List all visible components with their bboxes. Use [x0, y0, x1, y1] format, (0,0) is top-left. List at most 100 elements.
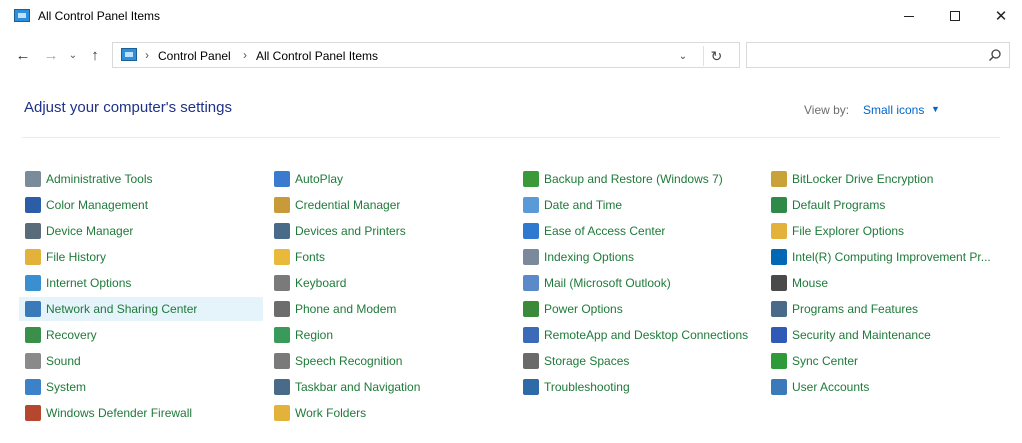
control-panel-item[interactable]: User Accounts	[765, 375, 1009, 399]
firewall-icon	[25, 405, 41, 421]
control-panel-item-label: Default Programs	[792, 198, 886, 212]
search-input[interactable]	[746, 42, 1010, 68]
control-panel-item[interactable]: Date and Time	[517, 193, 761, 217]
control-panel-item[interactable]: Recovery	[19, 323, 263, 347]
control-panel-item-label: Windows Defender Firewall	[46, 406, 193, 420]
back-button[interactable]: ←	[12, 44, 34, 66]
admin-tools-icon	[25, 171, 41, 187]
control-panel-item[interactable]: Default Programs	[765, 193, 1009, 217]
breadcrumb-separator[interactable]: ›	[243, 48, 247, 62]
control-panel-item[interactable]: Intel(R) Computing Improvement Pr...	[765, 245, 1009, 269]
control-panel-item-label: Fonts	[295, 250, 326, 264]
control-panel-item[interactable]: Ease of Access Center	[517, 219, 761, 243]
window-title: All Control Panel Items	[38, 9, 161, 23]
control-panel-item-label: Recovery	[46, 328, 97, 342]
control-panel-item-label: Troubleshooting	[544, 380, 630, 394]
control-panel-item-label: RemoteApp and Desktop Connections	[544, 328, 749, 342]
control-panel-item[interactable]: Security and Maintenance	[765, 323, 1009, 347]
recent-locations-button[interactable]: ⌄	[62, 44, 84, 66]
minimize-button[interactable]	[886, 0, 932, 32]
control-panel-item[interactable]: Mail (Microsoft Outlook)	[517, 271, 761, 295]
control-panel-item-label: Devices and Printers	[295, 224, 406, 238]
programs-features-icon	[771, 301, 787, 317]
control-panel-item[interactable]: Speech Recognition	[268, 349, 512, 373]
control-panel-item[interactable]: RemoteApp and Desktop Connections	[517, 323, 761, 347]
mouse-icon	[771, 275, 787, 291]
control-panel-item-label: Taskbar and Navigation	[295, 380, 421, 394]
recovery-icon	[25, 327, 41, 343]
control-panel-item[interactable]: Storage Spaces	[517, 349, 761, 373]
control-panel-item[interactable]: File History	[19, 245, 263, 269]
control-panel-item[interactable]: Programs and Features	[765, 297, 1009, 321]
control-panel-item[interactable]: Backup and Restore (Windows 7)	[517, 167, 761, 191]
dropdown-arrow-icon[interactable]: ▼	[931, 104, 940, 114]
control-panel-item[interactable]: Work Folders	[268, 401, 512, 425]
control-panel-item[interactable]: Keyboard	[268, 271, 512, 295]
breadcrumb-separator[interactable]: ›	[145, 48, 149, 62]
control-panel-item[interactable]: BitLocker Drive Encryption	[765, 167, 1009, 191]
control-panel-item-label: Date and Time	[544, 198, 623, 212]
control-panel-item-label: Storage Spaces	[544, 354, 630, 368]
close-button[interactable]: ✕	[978, 0, 1022, 32]
control-panel-item-label: Credential Manager	[295, 198, 401, 212]
control-panel-item-label: System	[46, 380, 87, 394]
chevron-down-icon: ⌄	[68, 49, 78, 61]
control-panel-item[interactable]: Mouse	[765, 271, 1009, 295]
address-bar[interactable]: › Control Panel › All Control Panel Item…	[112, 42, 740, 68]
control-panel-item-label: Backup and Restore (Windows 7)	[544, 172, 723, 186]
breadcrumb-all-items[interactable]: All Control Panel Items	[256, 49, 378, 63]
control-panel-item-label: AutoPlay	[295, 172, 344, 186]
intel-icon	[771, 249, 787, 265]
fonts-icon	[274, 249, 290, 265]
divider	[22, 137, 1000, 138]
control-panel-item[interactable]: Phone and Modem	[268, 297, 512, 321]
breadcrumb-control-panel[interactable]: Control Panel	[158, 49, 231, 63]
control-panel-item[interactable]: Network and Sharing Center	[19, 297, 263, 321]
forward-button[interactable]: →	[40, 44, 62, 66]
control-panel-item[interactable]: AutoPlay	[268, 167, 512, 191]
maximize-button[interactable]	[932, 0, 978, 32]
control-panel-item-label: BitLocker Drive Encryption	[792, 172, 934, 186]
control-panel-item-label: File Explorer Options	[792, 224, 905, 238]
control-panel-item[interactable]: Sync Center	[765, 349, 1009, 373]
control-panel-item-label: Keyboard	[295, 276, 347, 290]
keyboard-icon	[274, 275, 290, 291]
control-panel-item[interactable]: Fonts	[268, 245, 512, 269]
address-dropdown-button[interactable]: ⌄	[673, 47, 693, 65]
file-history-icon	[25, 249, 41, 265]
control-panel-item-label: Ease of Access Center	[544, 224, 666, 238]
autoplay-icon	[274, 171, 290, 187]
control-panel-item-label: File History	[46, 250, 107, 264]
navigation-bar: ← → ⌄ ↑ › Control Panel › All Control Pa…	[0, 38, 1022, 72]
control-panel-item[interactable]: Power Options	[517, 297, 761, 321]
control-panel-item[interactable]: Color Management	[19, 193, 263, 217]
control-panel-item[interactable]: Administrative Tools	[19, 167, 263, 191]
storage-spaces-icon	[523, 353, 539, 369]
chevron-down-icon: ⌄	[678, 50, 688, 62]
refresh-button[interactable]: ↻	[703, 46, 729, 66]
control-panel-item[interactable]: Internet Options	[19, 271, 263, 295]
control-panel-item-label: Color Management	[46, 198, 149, 212]
control-panel-item[interactable]: Region	[268, 323, 512, 347]
back-arrow-icon: ←	[15, 46, 31, 64]
view-by-dropdown[interactable]: Small icons	[863, 103, 924, 117]
troubleshooting-icon	[523, 379, 539, 395]
control-panel-item[interactable]: Credential Manager	[268, 193, 512, 217]
control-panel-item[interactable]: Indexing Options	[517, 245, 761, 269]
control-panel-item[interactable]: Device Manager	[19, 219, 263, 243]
control-panel-item-label: Mail (Microsoft Outlook)	[544, 276, 671, 290]
control-panel-item[interactable]: Sound	[19, 349, 263, 373]
internet-options-icon	[25, 275, 41, 291]
maximize-icon	[950, 11, 960, 21]
control-panel-item-label: Speech Recognition	[295, 354, 403, 368]
control-panel-item[interactable]: System	[19, 375, 263, 399]
control-panel-item[interactable]: Taskbar and Navigation	[268, 375, 512, 399]
up-button[interactable]: ↑	[84, 44, 106, 66]
control-panel-item-label: Internet Options	[46, 276, 132, 290]
refresh-icon: ↻	[710, 47, 723, 64]
control-panel-item-label: Programs and Features	[792, 302, 919, 316]
control-panel-item[interactable]: Troubleshooting	[517, 375, 761, 399]
control-panel-item[interactable]: File Explorer Options	[765, 219, 1009, 243]
control-panel-item[interactable]: Windows Defender Firewall	[19, 401, 263, 425]
control-panel-item[interactable]: Devices and Printers	[268, 219, 512, 243]
